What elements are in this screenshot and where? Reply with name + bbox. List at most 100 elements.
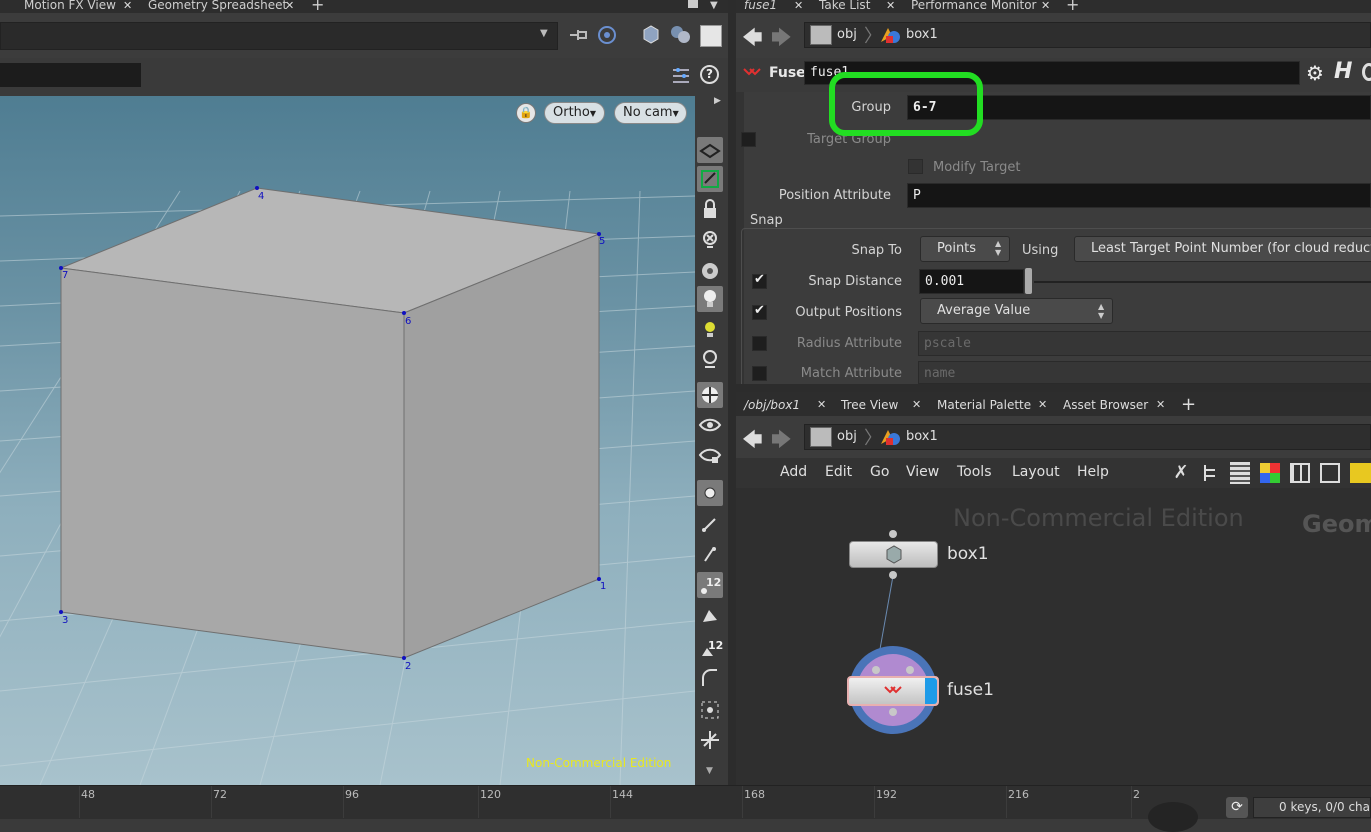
menu-layout[interactable]: Layout bbox=[1012, 464, 1060, 480]
display-eye-icon[interactable] bbox=[697, 412, 723, 438]
network-box-icon[interactable] bbox=[1320, 463, 1340, 483]
snap-prim-icon[interactable] bbox=[697, 166, 723, 192]
lighting-icon[interactable] bbox=[697, 286, 723, 312]
gear-icon[interactable]: ⚙ bbox=[1304, 62, 1326, 84]
node-input-port[interactable] bbox=[889, 530, 897, 538]
ortho-menu-button[interactable]: Ortho▼ bbox=[544, 102, 605, 124]
forward-arrow-icon[interactable]: 🡆 bbox=[771, 23, 792, 57]
ghost-icon[interactable] bbox=[697, 227, 723, 253]
grid-view-icon[interactable] bbox=[1290, 463, 1310, 483]
cube-view-icon[interactable] bbox=[640, 23, 662, 45]
point-numbers-icon[interactable]: 12 bbox=[697, 572, 723, 598]
timeline-scroll-knob[interactable] bbox=[1148, 802, 1198, 832]
display-flag[interactable] bbox=[925, 678, 937, 704]
viewport-3d[interactable]: 4 5 7 6 1 3 2 🔒 Ortho▼ No cam▼ Non-Comme… bbox=[0, 96, 695, 785]
add-tab-icon[interactable]: + bbox=[1181, 394, 1196, 415]
menu-go[interactable]: Go bbox=[870, 464, 889, 480]
path-node[interactable]: box1 bbox=[906, 27, 938, 42]
pane-menu-icon[interactable] bbox=[688, 0, 698, 8]
display-points-icon[interactable] bbox=[697, 442, 723, 468]
shading-icon[interactable] bbox=[668, 23, 692, 45]
node-input-port[interactable] bbox=[906, 666, 914, 674]
help-icon[interactable]: ? bbox=[700, 65, 719, 84]
lock-icon[interactable] bbox=[697, 196, 723, 222]
add-tab-icon[interactable]: + bbox=[311, 0, 324, 13]
scroll-arrow-icon[interactable]: ▶ bbox=[714, 96, 721, 106]
headlight-icon[interactable] bbox=[697, 347, 723, 373]
tab-geometry-spreadsheet[interactable]: Geometry Spreadsheet bbox=[148, 0, 287, 13]
network-path-node[interactable]: box1 bbox=[906, 429, 938, 444]
pane-divider[interactable] bbox=[728, 0, 736, 785]
position-attribute-input[interactable]: P bbox=[907, 183, 1371, 208]
output-positions-checkbox[interactable] bbox=[752, 303, 767, 320]
chevron-down-icon[interactable]: ▼ bbox=[540, 28, 548, 39]
prim-numbers-icon[interactable]: 12 bbox=[697, 635, 723, 661]
list-view-icon[interactable] bbox=[1230, 462, 1250, 484]
node-output-port[interactable] bbox=[889, 708, 897, 716]
snap-distance-slider-track[interactable] bbox=[1034, 281, 1371, 283]
close-icon[interactable]: ✕ bbox=[1156, 398, 1165, 411]
network-path-root[interactable]: obj bbox=[837, 429, 857, 444]
node-output-port[interactable] bbox=[889, 571, 897, 579]
target-group-checkbox[interactable] bbox=[741, 132, 756, 147]
tab-parameters[interactable]: fuse1 bbox=[744, 0, 777, 13]
realtime-toggle-icon[interactable]: ⟳ bbox=[1226, 797, 1248, 818]
curve-icon[interactable] bbox=[697, 665, 723, 691]
menu-view[interactable]: View bbox=[906, 464, 939, 480]
viewport-input[interactable] bbox=[0, 63, 141, 87]
back-arrow-icon[interactable]: 🡄 bbox=[742, 425, 763, 459]
node-input-port[interactable] bbox=[872, 666, 880, 674]
path-root[interactable]: obj bbox=[837, 27, 857, 42]
tab-network-obj-box1[interactable]: /obj/box1 bbox=[744, 398, 800, 412]
menu-add[interactable]: Add bbox=[780, 464, 807, 480]
prim-display-icon[interactable] bbox=[697, 604, 723, 630]
split-handle[interactable] bbox=[736, 384, 1371, 392]
close-icon[interactable]: ✕ bbox=[794, 0, 803, 11]
point-normal-icon[interactable] bbox=[697, 541, 723, 567]
close-icon[interactable]: ✕ bbox=[1038, 398, 1047, 411]
tools-wrench-icon[interactable]: ✗ bbox=[1170, 462, 1192, 484]
background-icon[interactable] bbox=[700, 25, 722, 47]
normals-icon[interactable] bbox=[697, 511, 723, 537]
snap-grid-icon[interactable] bbox=[697, 137, 723, 163]
help-h-icon[interactable]: H bbox=[1334, 60, 1356, 84]
menu-tools[interactable]: Tools bbox=[957, 464, 992, 480]
selection-dropdown[interactable] bbox=[0, 22, 558, 50]
close-icon[interactable]: ✕ bbox=[285, 0, 294, 11]
menu-help[interactable]: Help bbox=[1077, 464, 1109, 480]
menu-edit[interactable]: Edit bbox=[825, 464, 852, 480]
radius-attribute-checkbox[interactable] bbox=[752, 336, 767, 351]
lock-camera-button[interactable]: 🔒 bbox=[516, 103, 536, 123]
close-icon[interactable]: ✕ bbox=[123, 0, 132, 11]
modify-target-checkbox[interactable] bbox=[908, 159, 923, 174]
match-attribute-input[interactable]: name bbox=[918, 361, 1371, 384]
light-on-icon[interactable] bbox=[697, 317, 723, 343]
snap-distance-input[interactable]: 0.001 bbox=[919, 269, 1024, 294]
radius-attribute-input[interactable]: pscale bbox=[918, 331, 1371, 356]
render-ball-icon[interactable] bbox=[697, 382, 723, 408]
display-options-icon[interactable] bbox=[670, 65, 692, 87]
camera-menu-button[interactable]: No cam▼ bbox=[614, 102, 687, 124]
tab-performance-monitor[interactable]: Performance Monitor bbox=[911, 0, 1036, 13]
show-hide-icon[interactable] bbox=[697, 258, 723, 284]
close-icon[interactable]: ✕ bbox=[886, 0, 895, 11]
tab-material-palette[interactable]: Material Palette bbox=[937, 398, 1031, 412]
output-positions-menu[interactable]: Average Value bbox=[920, 298, 1113, 324]
forward-arrow-icon[interactable]: 🡆 bbox=[771, 425, 792, 459]
tab-motion-fx-view[interactable]: Motion FX View bbox=[24, 0, 116, 13]
network-canvas[interactable]: Non-Commercial Edition Geom box1 fuse1 bbox=[736, 488, 1371, 785]
snap-distance-checkbox[interactable] bbox=[752, 272, 767, 289]
pin-icon[interactable] bbox=[568, 28, 588, 42]
tab-tree-view[interactable]: Tree View bbox=[841, 398, 898, 412]
search-icon[interactable] bbox=[1362, 63, 1371, 81]
toolbar-more-icon[interactable]: ▼ bbox=[706, 766, 713, 776]
match-attribute-checkbox[interactable] bbox=[752, 366, 767, 381]
vertex-icon[interactable] bbox=[697, 697, 723, 723]
back-arrow-icon[interactable]: 🡄 bbox=[742, 23, 763, 57]
using-menu[interactable]: Least Target Point Number (for cloud red… bbox=[1074, 236, 1371, 262]
tab-asset-browser[interactable]: Asset Browser bbox=[1063, 398, 1148, 412]
point-display-icon[interactable] bbox=[697, 480, 723, 506]
sticky-note-icon[interactable] bbox=[1350, 463, 1371, 483]
close-icon[interactable]: ✕ bbox=[912, 398, 921, 411]
transform-handle-icon[interactable] bbox=[697, 727, 723, 753]
